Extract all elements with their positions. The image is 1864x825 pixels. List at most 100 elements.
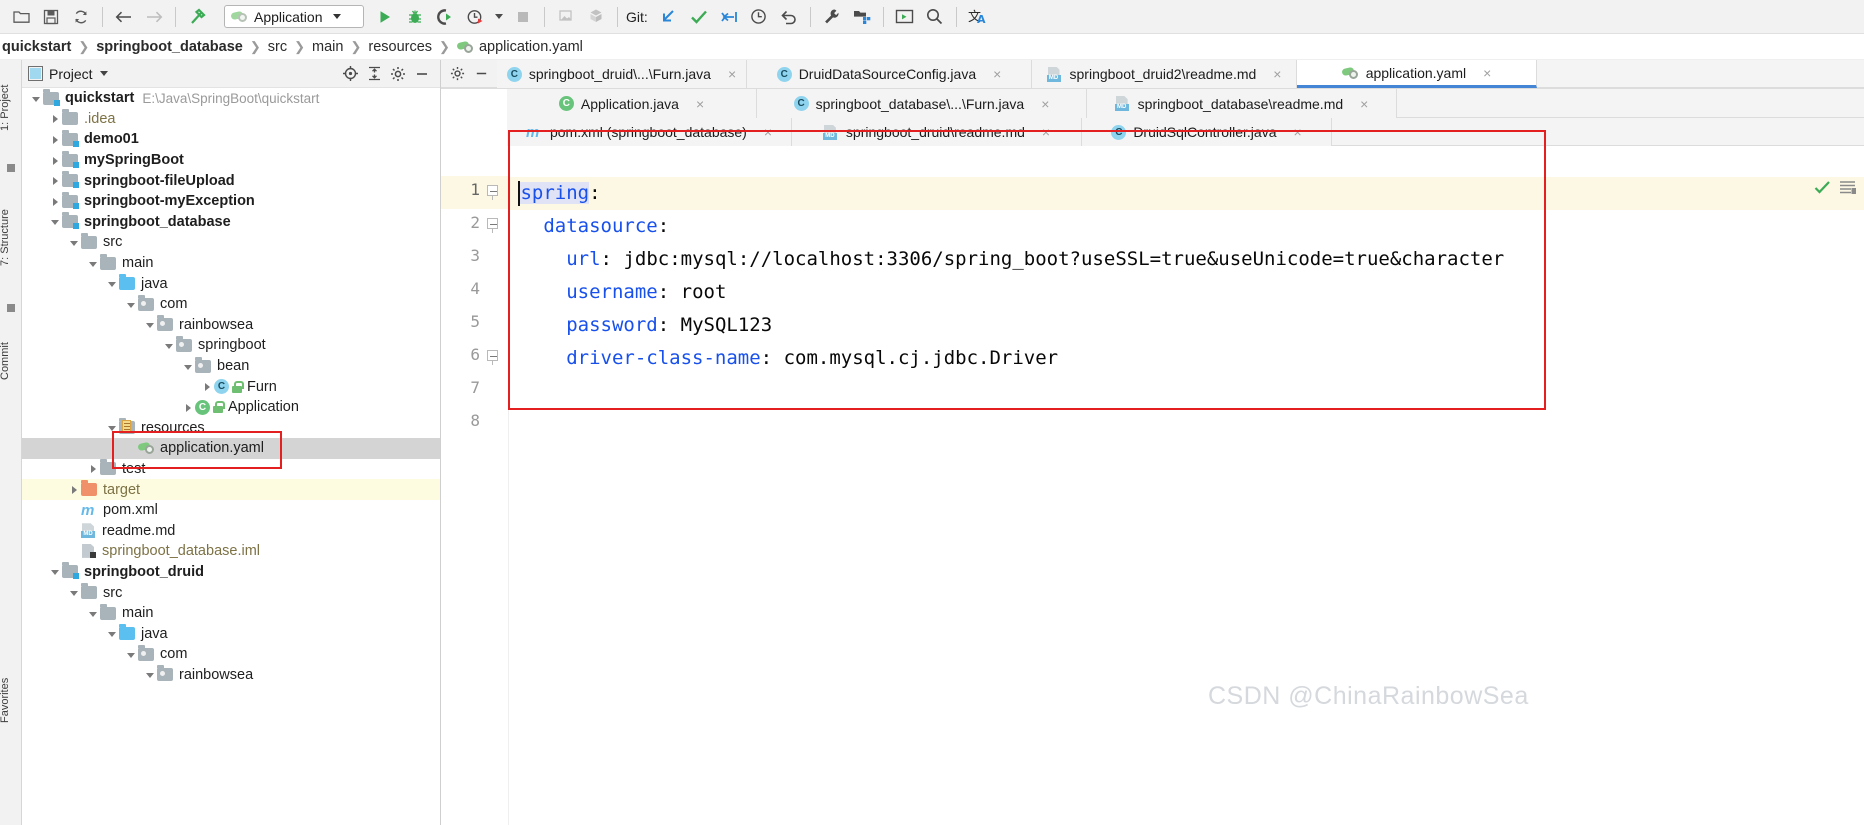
tree-item-resources[interactable]: resources: [22, 418, 440, 439]
tree-expand-arrow[interactable]: [125, 298, 138, 311]
code-fold-toggle[interactable]: [487, 218, 499, 233]
close-icon[interactable]: ×: [1483, 65, 1491, 81]
tree-item-pom-xml[interactable]: m pom.xml: [22, 500, 440, 521]
tree-item-src[interactable]: src: [22, 582, 440, 603]
settings-wrench-icon[interactable]: [819, 4, 845, 30]
tree-item-springboot-druid[interactable]: springboot_druid: [22, 562, 440, 583]
tree-item-target[interactable]: target: [22, 479, 440, 500]
code-fold-toggle[interactable]: [487, 185, 499, 200]
close-icon[interactable]: ×: [1041, 96, 1049, 112]
tree-collapse-arrow[interactable]: [49, 133, 62, 146]
run-configuration-selector[interactable]: Application: [224, 5, 364, 28]
tree-collapse-arrow[interactable]: [49, 195, 62, 208]
run-icon[interactable]: [372, 4, 398, 30]
tree-expand-arrow[interactable]: [144, 668, 157, 681]
close-icon[interactable]: ×: [1273, 66, 1281, 82]
inspection-check-icon[interactable]: [1814, 180, 1831, 200]
code-fold-toggle[interactable]: [487, 350, 499, 365]
push-icon[interactable]: [716, 4, 742, 30]
profiler-dropdown-caret[interactable]: [492, 4, 506, 30]
tree-item-src[interactable]: src: [22, 232, 440, 253]
code-line[interactable]: spring:: [509, 177, 1864, 210]
tree-collapse-arrow[interactable]: [49, 174, 62, 187]
commit-check-icon[interactable]: [686, 4, 712, 30]
editor-tab-springboot-database-readme-md[interactable]: MD springboot_database\readme.md ×: [1087, 89, 1397, 118]
tree-expand-arrow[interactable]: [106, 421, 119, 434]
tree-expand-arrow[interactable]: [144, 318, 157, 331]
tree-item-springboot-fileupload[interactable]: springboot-fileUpload: [22, 170, 440, 191]
tree-expand-arrow[interactable]: [49, 215, 62, 228]
close-icon[interactable]: ×: [1294, 124, 1302, 140]
tree-item-java[interactable]: java: [22, 273, 440, 294]
tree-expand-arrow[interactable]: [87, 257, 100, 270]
tree-expand-arrow[interactable]: [68, 586, 81, 599]
editor-tab-springboot-database-furn-java[interactable]: Cspringboot_database\...\Furn.java ×: [757, 89, 1087, 118]
tree-item-com[interactable]: com: [22, 294, 440, 315]
code-line[interactable]: password: MySQL123: [509, 309, 1864, 342]
editor-tab-druidsqlcontroller-java[interactable]: C DruidSqlController.java ×: [1082, 118, 1332, 146]
tree-item-demo01[interactable]: demo01: [22, 129, 440, 150]
rollback-icon[interactable]: [776, 4, 802, 30]
tree-expand-arrow[interactable]: [106, 277, 119, 290]
tree-expand-arrow[interactable]: [182, 360, 195, 373]
code-line[interactable]: [509, 408, 1864, 441]
breadcrumb-item-quickstart[interactable]: quickstart: [0, 39, 73, 55]
locate-target-icon[interactable]: [338, 62, 362, 86]
project-tree[interactable]: quickstart E:\Java\SpringBoot\quickstart.…: [22, 88, 440, 685]
tree-collapse-arrow[interactable]: [182, 401, 195, 414]
tree-item-springboot-database[interactable]: springboot_database: [22, 212, 440, 233]
chevron-down-icon[interactable]: [99, 71, 108, 76]
project-structure-icon[interactable]: [849, 4, 875, 30]
close-icon[interactable]: ×: [696, 96, 704, 112]
sync-icon[interactable]: [68, 4, 94, 30]
code-line[interactable]: username: root: [509, 276, 1864, 309]
settings-gear-icon[interactable]: [445, 62, 469, 86]
tree-expand-arrow[interactable]: [49, 565, 62, 578]
tree-item-com[interactable]: com: [22, 644, 440, 665]
tree-item-rainbowsea[interactable]: rainbowsea: [22, 665, 440, 686]
close-icon[interactable]: ×: [764, 124, 772, 140]
open-folder-icon[interactable]: [8, 4, 34, 30]
profiler-icon[interactable]: [462, 4, 488, 30]
tree-item-bean[interactable]: bean: [22, 356, 440, 377]
editor-gutter[interactable]: 1 2 3 4 5 6 7 8: [441, 176, 509, 825]
tree-item--idea[interactable]: .idea: [22, 109, 440, 130]
search-everywhere-icon[interactable]: [922, 4, 948, 30]
tree-item-test[interactable]: test: [22, 459, 440, 480]
breadcrumb-item-resources[interactable]: resources: [366, 39, 434, 55]
code-editor[interactable]: 1 2 3 4 5 6 7 8 spring: datasource: url: jdbc:m…: [441, 176, 1864, 825]
tree-item-main[interactable]: main: [22, 253, 440, 274]
debug-icon[interactable]: [402, 4, 428, 30]
history-clock-icon[interactable]: [746, 4, 772, 30]
breadcrumb-item-application-yaml[interactable]: application.yaml: [455, 39, 585, 55]
tree-expand-arrow[interactable]: [68, 236, 81, 249]
tree-collapse-arrow[interactable]: [49, 112, 62, 125]
tree-item-springboot[interactable]: springboot: [22, 335, 440, 356]
tree-item-quickstart[interactable]: quickstart E:\Java\SpringBoot\quickstart: [22, 88, 440, 109]
save-all-icon[interactable]: [38, 4, 64, 30]
tree-collapse-arrow[interactable]: [49, 154, 62, 167]
editor-tab-springboot-druid-readme-md[interactable]: MD springboot_druid\readme.md ×: [792, 118, 1082, 146]
tree-collapse-arrow[interactable]: [68, 483, 81, 496]
code-line[interactable]: [509, 375, 1864, 408]
editor-code-content[interactable]: spring: datasource: url: jdbc:mysql://lo…: [509, 176, 1864, 825]
breadcrumb-item-src[interactable]: src: [266, 39, 289, 55]
editor-tab-druiddatasourceconfig-java[interactable]: C DruidDataSourceConfig.java ×: [747, 60, 1032, 88]
tree-expand-arrow[interactable]: [30, 92, 43, 105]
tree-collapse-arrow[interactable]: [201, 380, 214, 393]
tree-expand-arrow[interactable]: [125, 648, 138, 661]
tree-item-main[interactable]: main: [22, 603, 440, 624]
back-arrow-icon[interactable]: [111, 4, 137, 30]
hide-minus-icon[interactable]: [469, 62, 493, 86]
editor-tab-springboot-druid2-readme-md[interactable]: MD springboot_druid2\readme.md ×: [1032, 60, 1297, 88]
rail-item-favorites[interactable]: Favorites: [0, 650, 21, 750]
rail-item-commit[interactable]: Commit: [0, 322, 21, 400]
tree-item-furn[interactable]: C Furn: [22, 376, 440, 397]
chevron-down-icon[interactable]: [332, 14, 341, 19]
collapse-all-icon[interactable]: [362, 62, 386, 86]
breadcrumb-item-main[interactable]: main: [310, 39, 345, 55]
tree-item-springboot-database-iml[interactable]: springboot_database.iml: [22, 541, 440, 562]
close-icon[interactable]: ×: [993, 66, 1001, 82]
tree-item-application[interactable]: C Application: [22, 397, 440, 418]
code-line[interactable]: driver-class-name: com.mysql.cj.jdbc.Dri…: [509, 342, 1864, 375]
